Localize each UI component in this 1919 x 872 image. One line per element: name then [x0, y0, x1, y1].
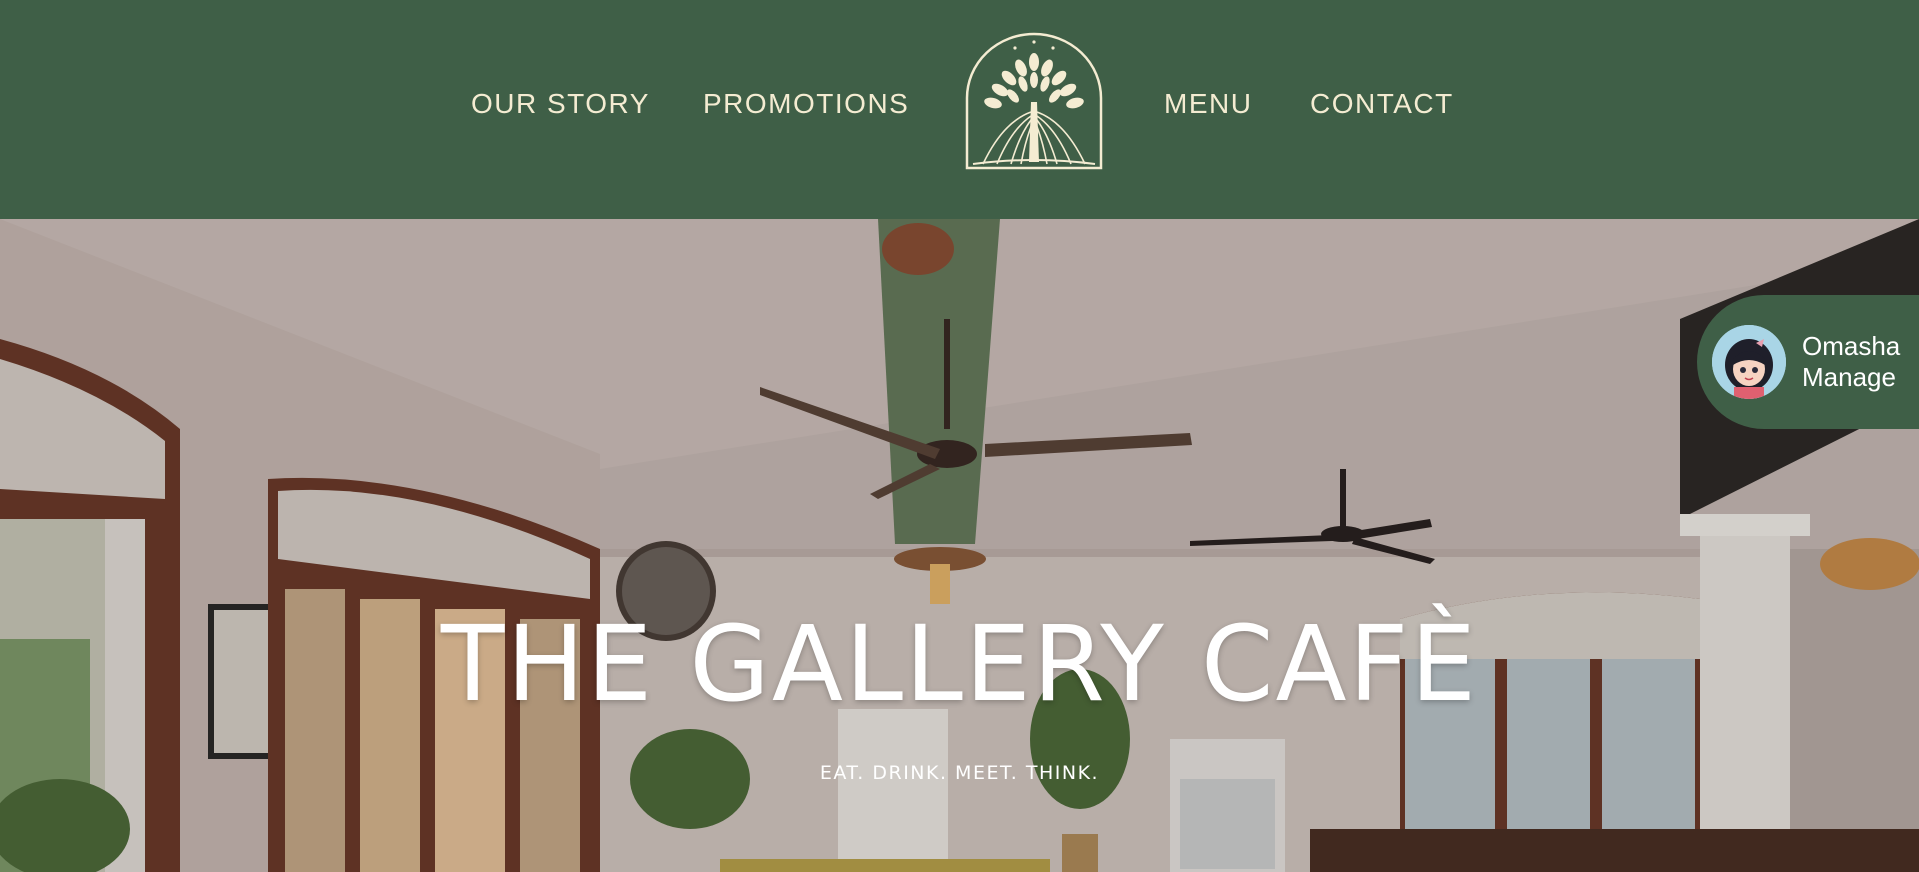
nav-our-story[interactable]: OUR STORY: [471, 88, 650, 120]
avatar-icon: [1712, 325, 1786, 399]
chat-agent-line2: Manage: [1802, 362, 1896, 392]
site-header: OUR STORY PROMOTIONS MENU CONTACT: [0, 0, 1919, 219]
nav-menu[interactable]: MENU: [1164, 88, 1252, 120]
chat-widget[interactable]: Omasha Manage: [1697, 295, 1919, 429]
nav-promotions[interactable]: PROMOTIONS: [703, 88, 909, 120]
chat-agent-line1: Omasha: [1802, 331, 1901, 361]
hero-banner: THE GALLERY CAFÈ EAT. DRINK. MEET. THINK…: [0, 219, 1919, 872]
hero-subtitle: EAT. DRINK. MEET. THINK.: [819, 762, 1100, 784]
tree-logo-icon[interactable]: [963, 32, 1105, 172]
chat-agent-name: Omasha Manage: [1802, 331, 1900, 393]
hero-title: THE GALLERY CAFÈ: [440, 603, 1479, 725]
nav-contact[interactable]: CONTACT: [1310, 88, 1454, 120]
